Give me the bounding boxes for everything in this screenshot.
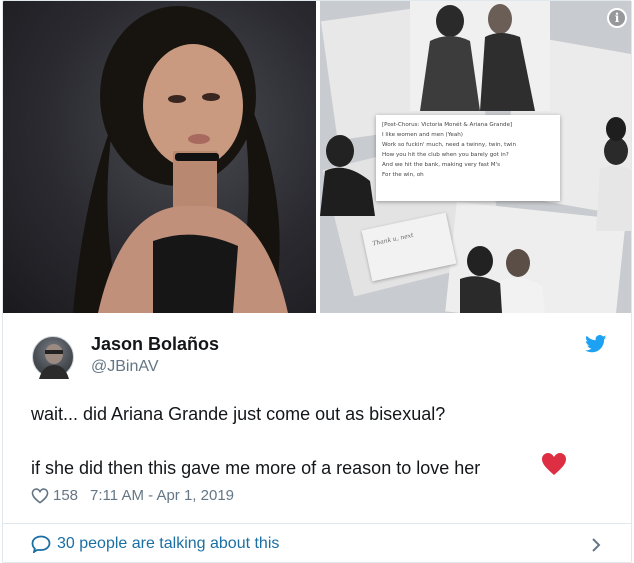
info-icon[interactable]: i (607, 8, 627, 28)
like-count[interactable]: 158 (53, 487, 78, 504)
lyrics-line: And we hit the bank, making very fast M'… (382, 162, 501, 168)
photo-left[interactable] (3, 1, 316, 313)
tweet-card[interactable]: i [Post-Chorus: Victoria Monét & Ariana … (2, 0, 632, 563)
portrait-illustration (73, 6, 288, 313)
heart-outline-icon[interactable] (31, 487, 49, 504)
twitter-bird-icon[interactable] (585, 335, 607, 353)
lyrics-line: [Post-Chorus: Victoria Monét & Ariana Gr… (382, 122, 513, 128)
divider (3, 523, 631, 524)
avatar[interactable] (32, 336, 74, 379)
tweet-text-line: wait... did Ariana Grande just come out … (31, 404, 446, 424)
tweet-meta: 158 7:11 AM - Apr 1, 2019 (31, 487, 234, 504)
reply-bubble-icon (31, 535, 51, 553)
user-handle[interactable]: @JBinAV (91, 358, 159, 376)
conversation-link[interactable]: 30 people are talking about this (31, 535, 279, 553)
talking-about-text[interactable]: 30 people are talking about this (57, 535, 279, 553)
chevron-right-icon[interactable] (588, 534, 604, 556)
display-name[interactable]: Jason Bolaños (91, 334, 219, 355)
red-heart-icon (542, 453, 566, 475)
lyrics-line: Work so fuckin' much, need a twinny, twi… (382, 142, 517, 148)
lyrics-line: For the win, oh (382, 172, 424, 178)
avatar-icon (39, 344, 69, 379)
tweet-text-line: if she did then this gave me more of a r… (31, 458, 481, 478)
lyrics-line: How you hit the club when you barely got… (382, 152, 509, 158)
lyrics-line: I like women and men (Yeah) (382, 132, 463, 138)
lyrics-card: [Post-Chorus: Victoria Monét & Ariana Gr… (376, 115, 560, 201)
timestamp[interactable]: 7:11 AM - Apr 1, 2019 (90, 487, 234, 504)
tweet-media[interactable]: i [Post-Chorus: Victoria Monét & Ariana … (3, 1, 631, 313)
